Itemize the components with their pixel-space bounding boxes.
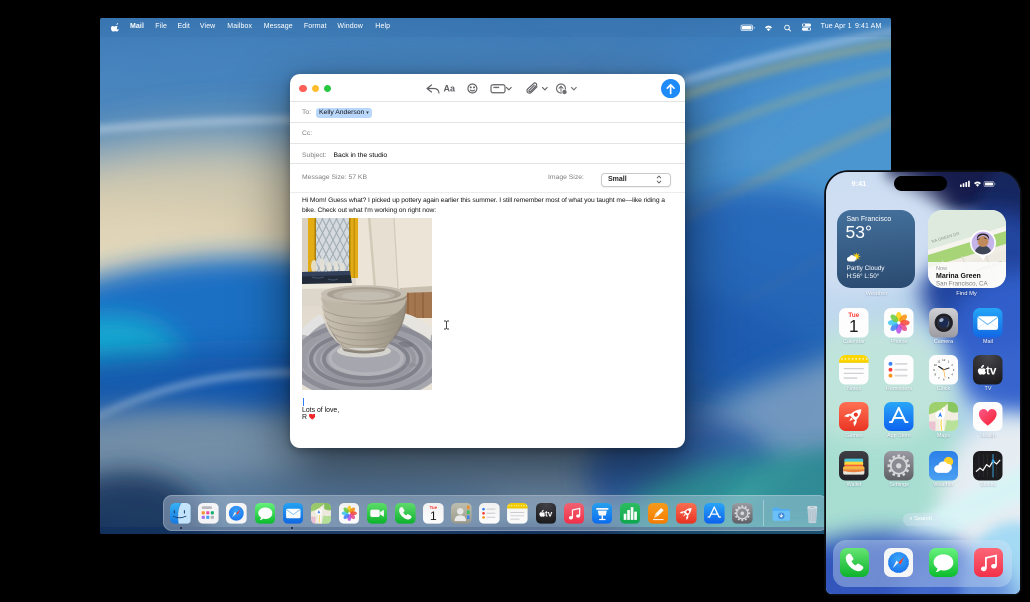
svg-text:Aa: Aa bbox=[444, 84, 456, 94]
svg-text:tv: tv bbox=[545, 510, 553, 519]
svg-text:1: 1 bbox=[849, 317, 859, 336]
svg-text:Now: Now bbox=[936, 266, 948, 272]
svg-text:Marina Green: Marina Green bbox=[936, 273, 981, 280]
svg-text:12: 12 bbox=[942, 358, 946, 362]
svg-text:11: 11 bbox=[937, 359, 940, 363]
svg-text:1: 1 bbox=[430, 509, 437, 523]
svg-text:San Francisco, CA: San Francisco, CA bbox=[936, 281, 988, 288]
svg-text:10: 10 bbox=[933, 363, 937, 367]
svg-text:tv: tv bbox=[986, 364, 997, 377]
